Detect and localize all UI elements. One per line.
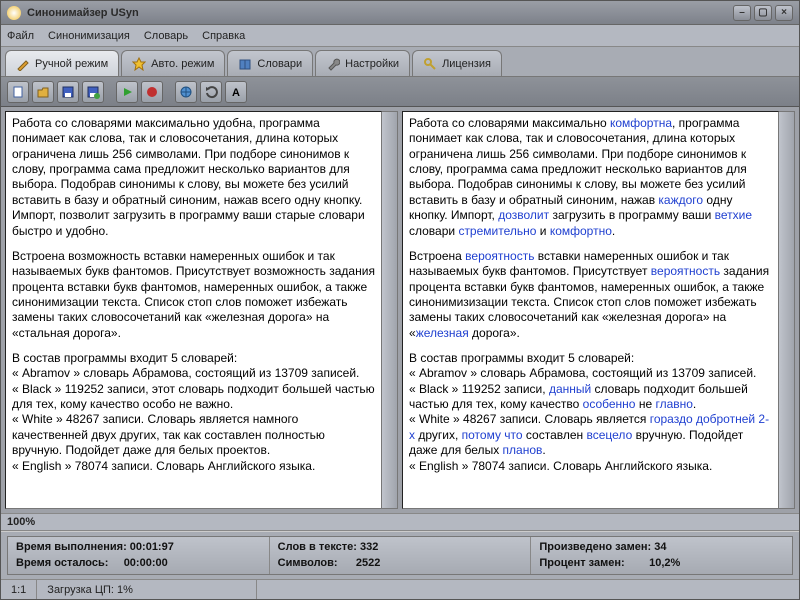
toolbar: A [1,77,799,107]
menu-dict[interactable]: Словарь [144,30,188,42]
tab-dicts[interactable]: Словари [227,50,313,76]
svg-text:A: A [232,87,240,99]
close-button[interactable]: × [775,5,793,21]
pencil-icon [16,57,30,71]
tab-settings[interactable]: Настройки [315,50,410,76]
source-pane[interactable]: Работа со словарями максимально удобна, … [5,111,382,509]
status-cpu: Загрузка ЦП: 1% [37,580,257,599]
menu-syn[interactable]: Синонимизация [48,30,130,42]
window-title: Синонимайзер USyn [27,7,139,19]
font-button[interactable]: A [225,81,247,103]
wrench-icon [326,57,340,71]
new-button[interactable] [7,81,29,103]
menu-help[interactable]: Справка [202,30,245,42]
status-empty [257,580,799,599]
tab-label: Словари [257,58,302,70]
stat-time: Время выполнения: 00:01:97 Время осталос… [8,537,270,574]
key-icon [423,57,437,71]
tab-auto[interactable]: Авто. режим [121,50,225,76]
src-p2: Встроена возможность вставки намеренных … [12,249,375,341]
stat-words: Слов в тексте: 332 Символов: 2522 [270,537,532,574]
result-pane[interactable]: Работа со словарями максимально комфортн… [402,111,779,509]
tab-label: Ручной режим [35,58,108,70]
refresh-button[interactable] [200,81,222,103]
menu-file[interactable]: Файл [7,30,34,42]
menubar: Файл Синонимизация Словарь Справка [1,25,799,47]
res-scrollbar[interactable] [779,111,795,509]
save-button[interactable] [57,81,79,103]
titlebar: Синонимайзер USyn – ▢ × [1,1,799,25]
globe-button[interactable] [175,81,197,103]
progress-value: 100% [7,516,35,528]
tab-label: Авто. режим [151,58,214,70]
res-p2: Встроена вероятность вставки намеренных … [409,249,772,341]
content-area: Работа со словарями максимально удобна, … [1,107,799,513]
tab-license[interactable]: Лицензия [412,50,502,76]
saveas-button[interactable] [82,81,104,103]
stop-button[interactable] [141,81,163,103]
tab-label: Настройки [345,58,399,70]
minimize-button[interactable]: – [733,5,751,21]
open-button[interactable] [32,81,54,103]
star-icon [132,57,146,71]
res-p1: Работа со словарями максимально комфортн… [409,116,772,239]
tab-manual[interactable]: Ручной режим [5,50,119,76]
progress-bar: 100% [1,513,799,531]
tabbar: Ручной режим Авто. режим Словари Настрой… [1,47,799,77]
res-p3: В состав программы входит 5 словарей:« A… [409,351,772,474]
run-button[interactable] [116,81,138,103]
src-p3: В состав программы входит 5 словарей: « … [12,351,375,474]
book-icon [238,57,252,71]
status-pos: 1:1 [1,580,37,599]
stats-panel: Время выполнения: 00:01:97 Время осталос… [1,531,799,579]
statusbar: 1:1 Загрузка ЦП: 1% [1,579,799,599]
src-p1: Работа со словарями максимально удобна, … [12,116,375,239]
stat-repl: Произведено замен: 34 Процент замен: 10,… [531,537,792,574]
maximize-button[interactable]: ▢ [754,5,772,21]
src-scrollbar[interactable] [382,111,398,509]
tab-label: Лицензия [442,58,491,70]
app-icon [7,6,21,20]
app-window: Синонимайзер USyn – ▢ × Файл Синонимизац… [0,0,800,600]
